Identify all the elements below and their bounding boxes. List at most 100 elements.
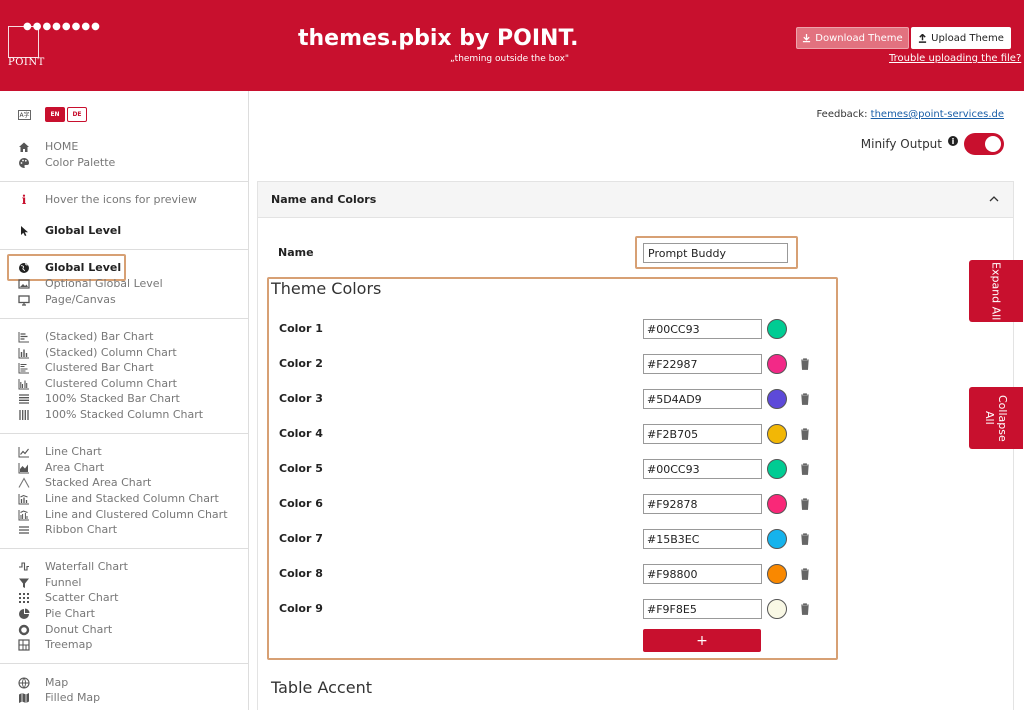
sidebar-item-line-clustered-column[interactable]: Line and Clustered Column Chart <box>18 507 228 522</box>
color-hex-input[interactable] <box>643 494 762 514</box>
sidebar-item-filled-map[interactable]: Filled Map <box>18 690 100 705</box>
color-label: Color 9 <box>279 602 323 615</box>
sidebar-item-label: Scatter Chart <box>45 591 119 604</box>
color-swatch[interactable] <box>767 529 787 549</box>
sidebar-item-waterfall[interactable]: Waterfall Chart <box>18 559 128 574</box>
panel-header[interactable]: Name and Colors <box>258 182 1013 218</box>
color-swatch[interactable] <box>767 564 787 584</box>
trash-icon[interactable] <box>800 358 810 370</box>
app-header: ●●●●●●●● POINT themes.pbix by POINT. „th… <box>0 0 1024 91</box>
color-hex-input[interactable] <box>643 459 762 479</box>
color-swatch[interactable] <box>767 494 787 514</box>
trash-icon[interactable] <box>800 498 810 510</box>
sidebar-item-donut[interactable]: Donut Chart <box>18 622 112 637</box>
name-input-highlight <box>635 236 798 269</box>
sidebar-item-funnel[interactable]: Funnel <box>18 575 81 590</box>
trash-icon[interactable] <box>800 533 810 545</box>
trouble-uploading-link[interactable]: Trouble uploading the file? <box>889 53 1021 64</box>
sidebar-item-map[interactable]: Map <box>18 675 68 690</box>
expand-all-button[interactable]: Expand All <box>969 260 1023 322</box>
upload-theme-button[interactable]: Upload Theme <box>911 27 1011 49</box>
info-icon[interactable]: i <box>948 136 958 146</box>
map-globe-icon <box>18 676 30 689</box>
color-swatch[interactable] <box>767 599 787 619</box>
lang-de-button[interactable]: DE <box>67 107 87 122</box>
sidebar-item-label: Donut Chart <box>45 623 113 636</box>
filled-map-icon <box>19 692 29 703</box>
sidebar-item-label: Ribbon Chart <box>45 523 118 536</box>
color-swatch[interactable] <box>767 424 787 444</box>
sidebar-item-label: (Stacked) Column Chart <box>45 346 177 359</box>
color-hex-input[interactable] <box>643 389 762 409</box>
sidebar-item-clustered-bar[interactable]: Clustered Bar Chart <box>18 360 154 375</box>
sidebar-item-100-stacked-column[interactable]: 100% Stacked Column Chart <box>18 407 203 422</box>
sidebar-item-stacked-area[interactable]: Stacked Area Chart <box>18 475 151 490</box>
color-hex-input[interactable] <box>643 354 762 374</box>
clustered-bar-icon <box>18 362 29 373</box>
chevron-up-icon[interactable] <box>989 194 999 204</box>
sidebar-item-label: Line and Stacked Column Chart <box>45 492 219 505</box>
sidebar-item-color-palette[interactable]: Color Palette <box>18 155 115 170</box>
color-hex-input[interactable] <box>643 319 762 339</box>
download-theme-button[interactable]: Download Theme <box>796 27 909 49</box>
cursor-icon <box>21 225 28 236</box>
language-icon: A字 <box>18 109 31 120</box>
feedback-email-link[interactable]: themes@point-services.de <box>871 109 1004 120</box>
sidebar-item-label: Area Chart <box>45 461 105 474</box>
sidebar-item-home[interactable]: HOME <box>18 139 78 154</box>
sidebar-item-global-level-preview[interactable]: Global Level <box>18 223 121 238</box>
sidebar-item-page-canvas[interactable]: Page/Canvas <box>18 292 116 307</box>
trash-icon[interactable] <box>800 463 810 475</box>
sidebar-item-label: Line and Clustered Column Chart <box>45 508 228 521</box>
color-swatch[interactable] <box>767 354 787 374</box>
collapse-all-button[interactable]: Collapse All <box>969 387 1023 449</box>
donut-icon <box>18 624 30 635</box>
color-swatch[interactable] <box>767 459 787 479</box>
table-accent-title: Table Accent <box>271 678 372 697</box>
panel-title: Name and Colors <box>271 193 377 206</box>
color-hex-input[interactable] <box>643 424 762 444</box>
sidebar-item-ribbon-chart[interactable]: Ribbon Chart <box>18 522 117 537</box>
trash-icon[interactable] <box>800 393 810 405</box>
sidebar-divider <box>0 548 248 549</box>
app-title: themes.pbix by POINT. <box>298 26 579 51</box>
lang-en-button[interactable]: EN <box>45 107 65 122</box>
point-logo[interactable]: ●●●●●●●● POINT <box>8 22 100 68</box>
info-icon: i <box>21 192 27 207</box>
sidebar-item-line-chart[interactable]: Line Chart <box>18 444 102 459</box>
color-hex-input[interactable] <box>643 599 762 619</box>
sidebar-item-label: Color Palette <box>45 156 116 169</box>
sidebar-item-100-stacked-bar[interactable]: 100% Stacked Bar Chart <box>18 391 180 406</box>
color-label: Color 3 <box>279 392 323 405</box>
sidebar-item-stacked-bar[interactable]: (Stacked) Bar Chart <box>18 329 153 344</box>
sidebar-item-label: Clustered Bar Chart <box>45 361 154 374</box>
trash-icon[interactable] <box>800 568 810 580</box>
color-swatch[interactable] <box>767 389 787 409</box>
sidebar-divider <box>0 318 248 319</box>
sidebar-item-label: Stacked Area Chart <box>45 476 152 489</box>
color-swatch[interactable] <box>767 319 787 339</box>
sidebar-item-area-chart[interactable]: Area Chart <box>18 460 104 475</box>
sidebar-item-label: 100% Stacked Bar Chart <box>45 392 180 405</box>
stacked-area-icon <box>18 476 30 488</box>
sidebar-item-label: Treemap <box>45 638 93 651</box>
color-hex-input[interactable] <box>643 564 762 584</box>
sidebar-item-pie[interactable]: Pie Chart <box>18 606 95 621</box>
color-hex-input[interactable] <box>643 529 762 549</box>
sidebar-item-line-stacked-column[interactable]: Line and Stacked Column Chart <box>18 491 219 506</box>
sidebar-item-stacked-column[interactable]: (Stacked) Column Chart <box>18 345 177 360</box>
sidebar-item-clustered-column[interactable]: Clustered Column Chart <box>18 376 177 391</box>
sidebar-item-treemap[interactable]: Treemap <box>18 637 92 652</box>
theme-colors-title: Theme Colors <box>271 279 382 298</box>
trash-icon[interactable] <box>800 603 810 615</box>
upload-icon <box>919 33 927 43</box>
minify-output-toggle[interactable] <box>964 133 1004 155</box>
sidebar-item-scatter[interactable]: Scatter Chart <box>18 590 118 605</box>
trash-icon[interactable] <box>800 428 810 440</box>
sidebar-item-optional-global-level[interactable]: Optional Global Level <box>18 276 163 291</box>
feedback-label: Feedback: <box>816 109 868 120</box>
add-color-button[interactable]: + <box>643 629 761 652</box>
download-icon <box>803 33 811 42</box>
bar-chart-icon <box>18 331 29 342</box>
sidebar-item-label: HOME <box>45 140 79 153</box>
